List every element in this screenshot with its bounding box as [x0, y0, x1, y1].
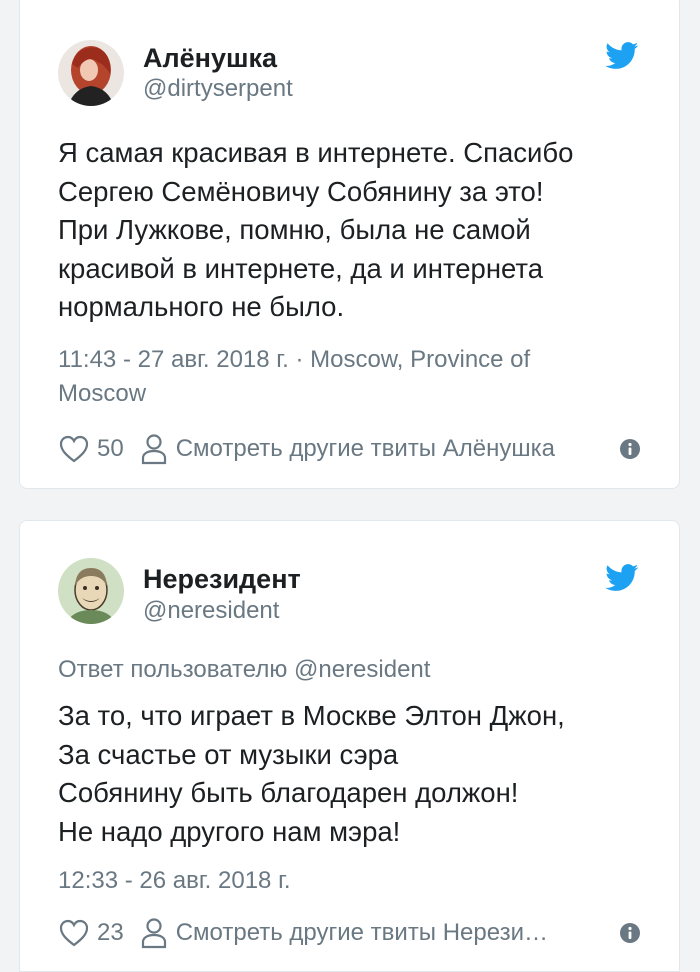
tweet-card: Алёнушка @dirtyserpent Я самая красивая … — [19, 0, 680, 489]
tweet-text-line: Собянину быть благодарен должон! — [58, 777, 519, 808]
tweet-actions: 23 Смотреть другие твиты Нерези… — [58, 915, 641, 951]
tweet-actions: 50 Смотреть другие твиты Алёнушка — [58, 431, 641, 467]
location-line: Moscow — [58, 380, 147, 407]
author-handle[interactable]: @neresident — [143, 597, 279, 625]
tweet-text-line: Сергею Семёновичу Собянину за это! — [58, 175, 544, 207]
tweet-card: Нерезидент @neresident Ответ пользовател… — [19, 520, 680, 972]
tweet-text-line: При Лужкове, помню, была не самой — [58, 214, 531, 245]
reply-to-label[interactable]: Ответ пользователю @neresident — [58, 656, 430, 684]
heart-icon[interactable] — [58, 918, 90, 948]
tweet-timestamp[interactable]: 12:33 - 26 авг. 2018 г. — [58, 864, 658, 898]
person-icon — [141, 434, 166, 465]
tweet-text: Я самая красивая в интернете. Спасибо Се… — [58, 134, 658, 327]
heart-icon[interactable] — [58, 434, 90, 464]
person-icon — [141, 918, 166, 949]
like-count[interactable]: 23 — [97, 919, 124, 947]
author-handle[interactable]: @dirtyserpent — [143, 75, 293, 103]
timestamp-line: 12:33 - 26 авг. 2018 г. — [58, 867, 291, 894]
tweet-text: За то, что играет в Москве Элтон Джон, З… — [58, 697, 658, 851]
twitter-bird-icon[interactable] — [605, 42, 639, 70]
tweet-text-line: Я самая красивая в интернете. Спасибо — [58, 137, 574, 168]
tweet-text-line: За то, что играет в Москве Элтон Джон, — [58, 700, 565, 731]
tweet-text-line: красивой в интернете, да и интернета — [58, 252, 543, 284]
author-name[interactable]: Алёнушка — [143, 43, 277, 74]
timestamp-line: 11:43 - 27 авг. 2018 г. · Moscow, Provin… — [58, 346, 531, 373]
info-icon[interactable] — [619, 922, 641, 944]
avatar[interactable] — [58, 558, 124, 624]
tweet-text-line: Не надо другого нам мэра! — [58, 815, 401, 847]
tweet-timestamp-location[interactable]: 11:43 - 27 авг. 2018 г. · Moscow, Provin… — [58, 343, 658, 411]
avatar[interactable] — [58, 40, 124, 106]
info-icon[interactable] — [619, 438, 641, 460]
author-name[interactable]: Нерезидент — [143, 564, 301, 595]
tweet-text-line: нормального не было. — [58, 291, 345, 322]
tweet-text-line: За счастье от музыки сэра — [58, 738, 399, 770]
like-count[interactable]: 50 — [97, 435, 124, 463]
view-more-tweets-link[interactable]: Смотреть другие твиты Нерези… — [176, 919, 548, 947]
twitter-bird-icon[interactable] — [605, 564, 639, 592]
view-more-tweets-link[interactable]: Смотреть другие твиты Алёнушка — [176, 435, 555, 463]
